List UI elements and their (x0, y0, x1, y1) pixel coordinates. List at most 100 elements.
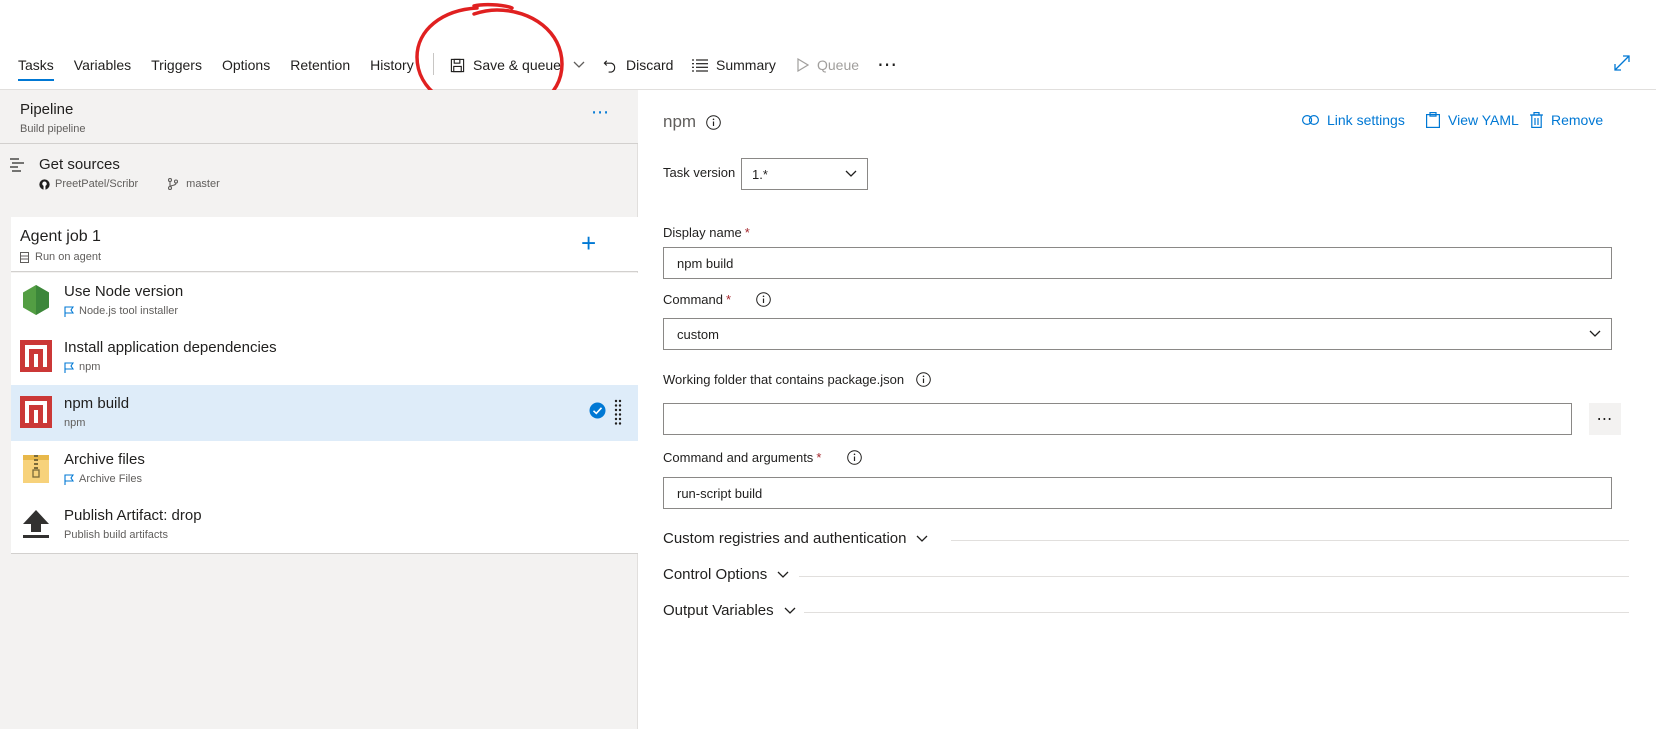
pipeline-title: Pipeline (20, 101, 74, 118)
section-control-options[interactable]: Control Options (663, 566, 789, 583)
info-icon[interactable] (756, 292, 771, 307)
remove-button[interactable]: Remove (1530, 112, 1603, 128)
chevron-down-icon (573, 61, 585, 68)
command-args-value: run-script build (677, 485, 763, 501)
expand-icon[interactable] (1614, 55, 1630, 71)
task-item-selected[interactable]: npm build npm (11, 385, 638, 441)
add-task-button[interactable]: + (581, 230, 596, 256)
link-settings-label: Link settings (1327, 112, 1405, 128)
task-list: Use Node version Node.js tool installer … (11, 273, 638, 554)
checkbox-checked-icon[interactable] (589, 402, 606, 419)
display-name-field[interactable]: npm build (663, 247, 1612, 279)
chevron-down-icon (1589, 330, 1601, 337)
app-root: Tasks Variables Triggers Options Retenti… (0, 0, 1656, 729)
summary-button[interactable]: Summary (692, 57, 776, 73)
agent-job-run-on: Run on agent (35, 251, 102, 263)
agent-job[interactable]: Agent job 1 Run on agent + (11, 217, 638, 272)
tab-options[interactable]: Options (222, 57, 270, 81)
flag-icon (64, 361, 74, 373)
info-icon[interactable] (847, 450, 863, 465)
tab-tasks[interactable]: Tasks (18, 57, 54, 81)
server-icon (20, 251, 29, 263)
view-yaml-button[interactable]: View YAML (1426, 112, 1519, 128)
task-item[interactable]: Install application dependencies npm (11, 329, 638, 385)
flag-icon (64, 305, 74, 317)
task-item[interactable]: Archive files Archive Files (11, 441, 638, 497)
chevron-down-icon (845, 170, 857, 177)
view-yaml-label: View YAML (1448, 112, 1519, 128)
npm-icon (20, 396, 52, 428)
pipeline-header[interactable]: Pipeline Build pipeline ⋯ (0, 90, 638, 144)
command-label: Command * (663, 292, 771, 307)
task-title: Archive files (64, 451, 145, 468)
task-version-select[interactable]: 1.* (741, 158, 868, 190)
section-custom-registries[interactable]: Custom registries and authentication (663, 530, 928, 547)
get-sources-item[interactable]: Get sources PreetPatel/Scribr master (0, 145, 638, 207)
section-title: Output Variables (663, 602, 774, 619)
nodejs-icon (23, 285, 49, 315)
browse-folder-button[interactable]: ⋯ (1589, 403, 1621, 435)
chevron-down-icon (917, 535, 928, 542)
clipboard-icon (1426, 112, 1440, 128)
command-args-field[interactable]: run-script build (663, 477, 1612, 509)
discard-button[interactable]: Discard (603, 57, 673, 73)
top-toolbar: Tasks Variables Triggers Options Retenti… (0, 0, 1656, 90)
queue-label: Queue (817, 57, 860, 73)
tab-retention[interactable]: Retention (290, 57, 350, 81)
task-item[interactable]: Use Node version Node.js tool installer (11, 273, 638, 329)
task-subtitle: npm (64, 361, 100, 373)
section-title: Control Options (663, 566, 768, 583)
sources-icon (10, 158, 24, 172)
display-name-value: npm build (677, 255, 734, 271)
task-subtitle: Node.js tool installer (64, 305, 178, 317)
section-output-variables[interactable]: Output Variables (663, 602, 796, 619)
pipeline-more-button[interactable]: ⋯ (591, 102, 610, 123)
task-version-label: Task version (663, 165, 736, 180)
agent-job-subtitle: Run on agent (20, 251, 101, 263)
command-label-text: Command (663, 292, 723, 307)
task-subtitle: npm (64, 417, 85, 429)
working-folder-field[interactable] (663, 403, 1572, 435)
section-divider (951, 540, 1629, 541)
display-name-label: Display name * (663, 225, 750, 240)
chevron-down-icon (777, 571, 789, 578)
sources-meta: PreetPatel/Scribr master (39, 178, 220, 190)
list-icon (692, 58, 708, 72)
upload-arrow-icon (23, 510, 49, 538)
link-icon (1302, 115, 1319, 125)
display-name-label-text: Display name (663, 225, 742, 240)
task-title: Publish Artifact: drop (64, 507, 202, 524)
github-icon (39, 178, 50, 190)
link-settings-button[interactable]: Link settings (1302, 112, 1405, 128)
info-icon[interactable] (916, 372, 931, 387)
info-icon[interactable] (706, 114, 721, 130)
zip-archive-icon (23, 455, 49, 483)
task-item[interactable]: Publish Artifact: drop Publish build art… (11, 497, 638, 553)
command-args-label-text: Command and arguments (663, 450, 814, 465)
summary-label: Summary (716, 57, 776, 73)
task-subtitle-text: Publish build artifacts (64, 529, 168, 541)
get-sources-title: Get sources (39, 156, 120, 173)
queue-button[interactable]: Queue (797, 57, 859, 73)
task-subtitle-text: npm (79, 361, 101, 373)
command-select[interactable]: custom (663, 318, 1612, 350)
task-subtitle: Publish build artifacts (64, 529, 168, 541)
trash-icon (1530, 112, 1543, 128)
tab-variables[interactable]: Variables (74, 57, 131, 81)
section-divider (804, 612, 1629, 613)
section-divider (799, 576, 1629, 577)
tab-history[interactable]: History (370, 57, 414, 81)
more-actions-button[interactable]: ⋯ (877, 52, 898, 77)
play-icon (797, 58, 809, 72)
required-asterisk: * (744, 225, 750, 240)
drag-handle-icon[interactable] (614, 399, 622, 425)
undo-icon (603, 59, 616, 73)
task-title: Install application dependencies (64, 339, 277, 356)
task-detail-panel: npm Link settings View YAML Remove Task … (639, 90, 1656, 729)
repo-name: PreetPatel/Scribr (55, 178, 139, 190)
tab-triggers[interactable]: Triggers (151, 57, 202, 81)
chevron-down-icon (784, 607, 796, 614)
task-subtitle-text: Archive Files (79, 473, 142, 485)
required-asterisk: * (725, 292, 732, 307)
command-args-label: Command and arguments * (663, 450, 863, 465)
